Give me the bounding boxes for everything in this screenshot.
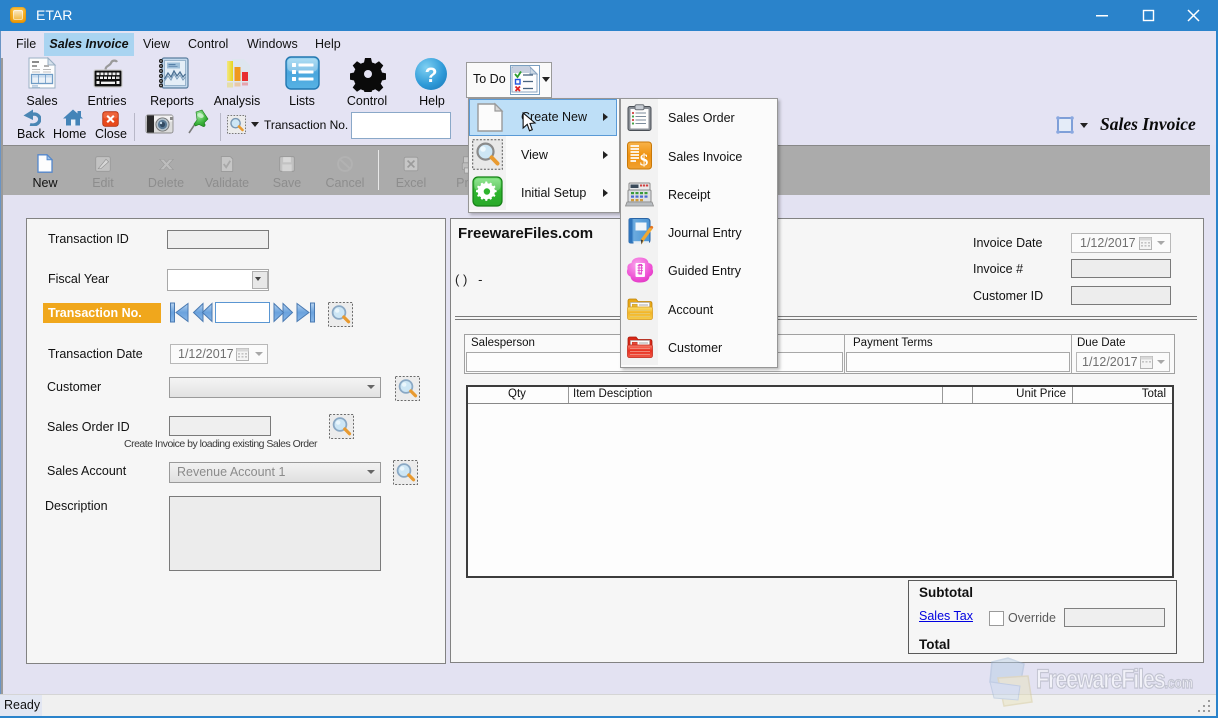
svg-text:$: $: [640, 151, 649, 170]
svg-text:?: ?: [425, 64, 438, 87]
